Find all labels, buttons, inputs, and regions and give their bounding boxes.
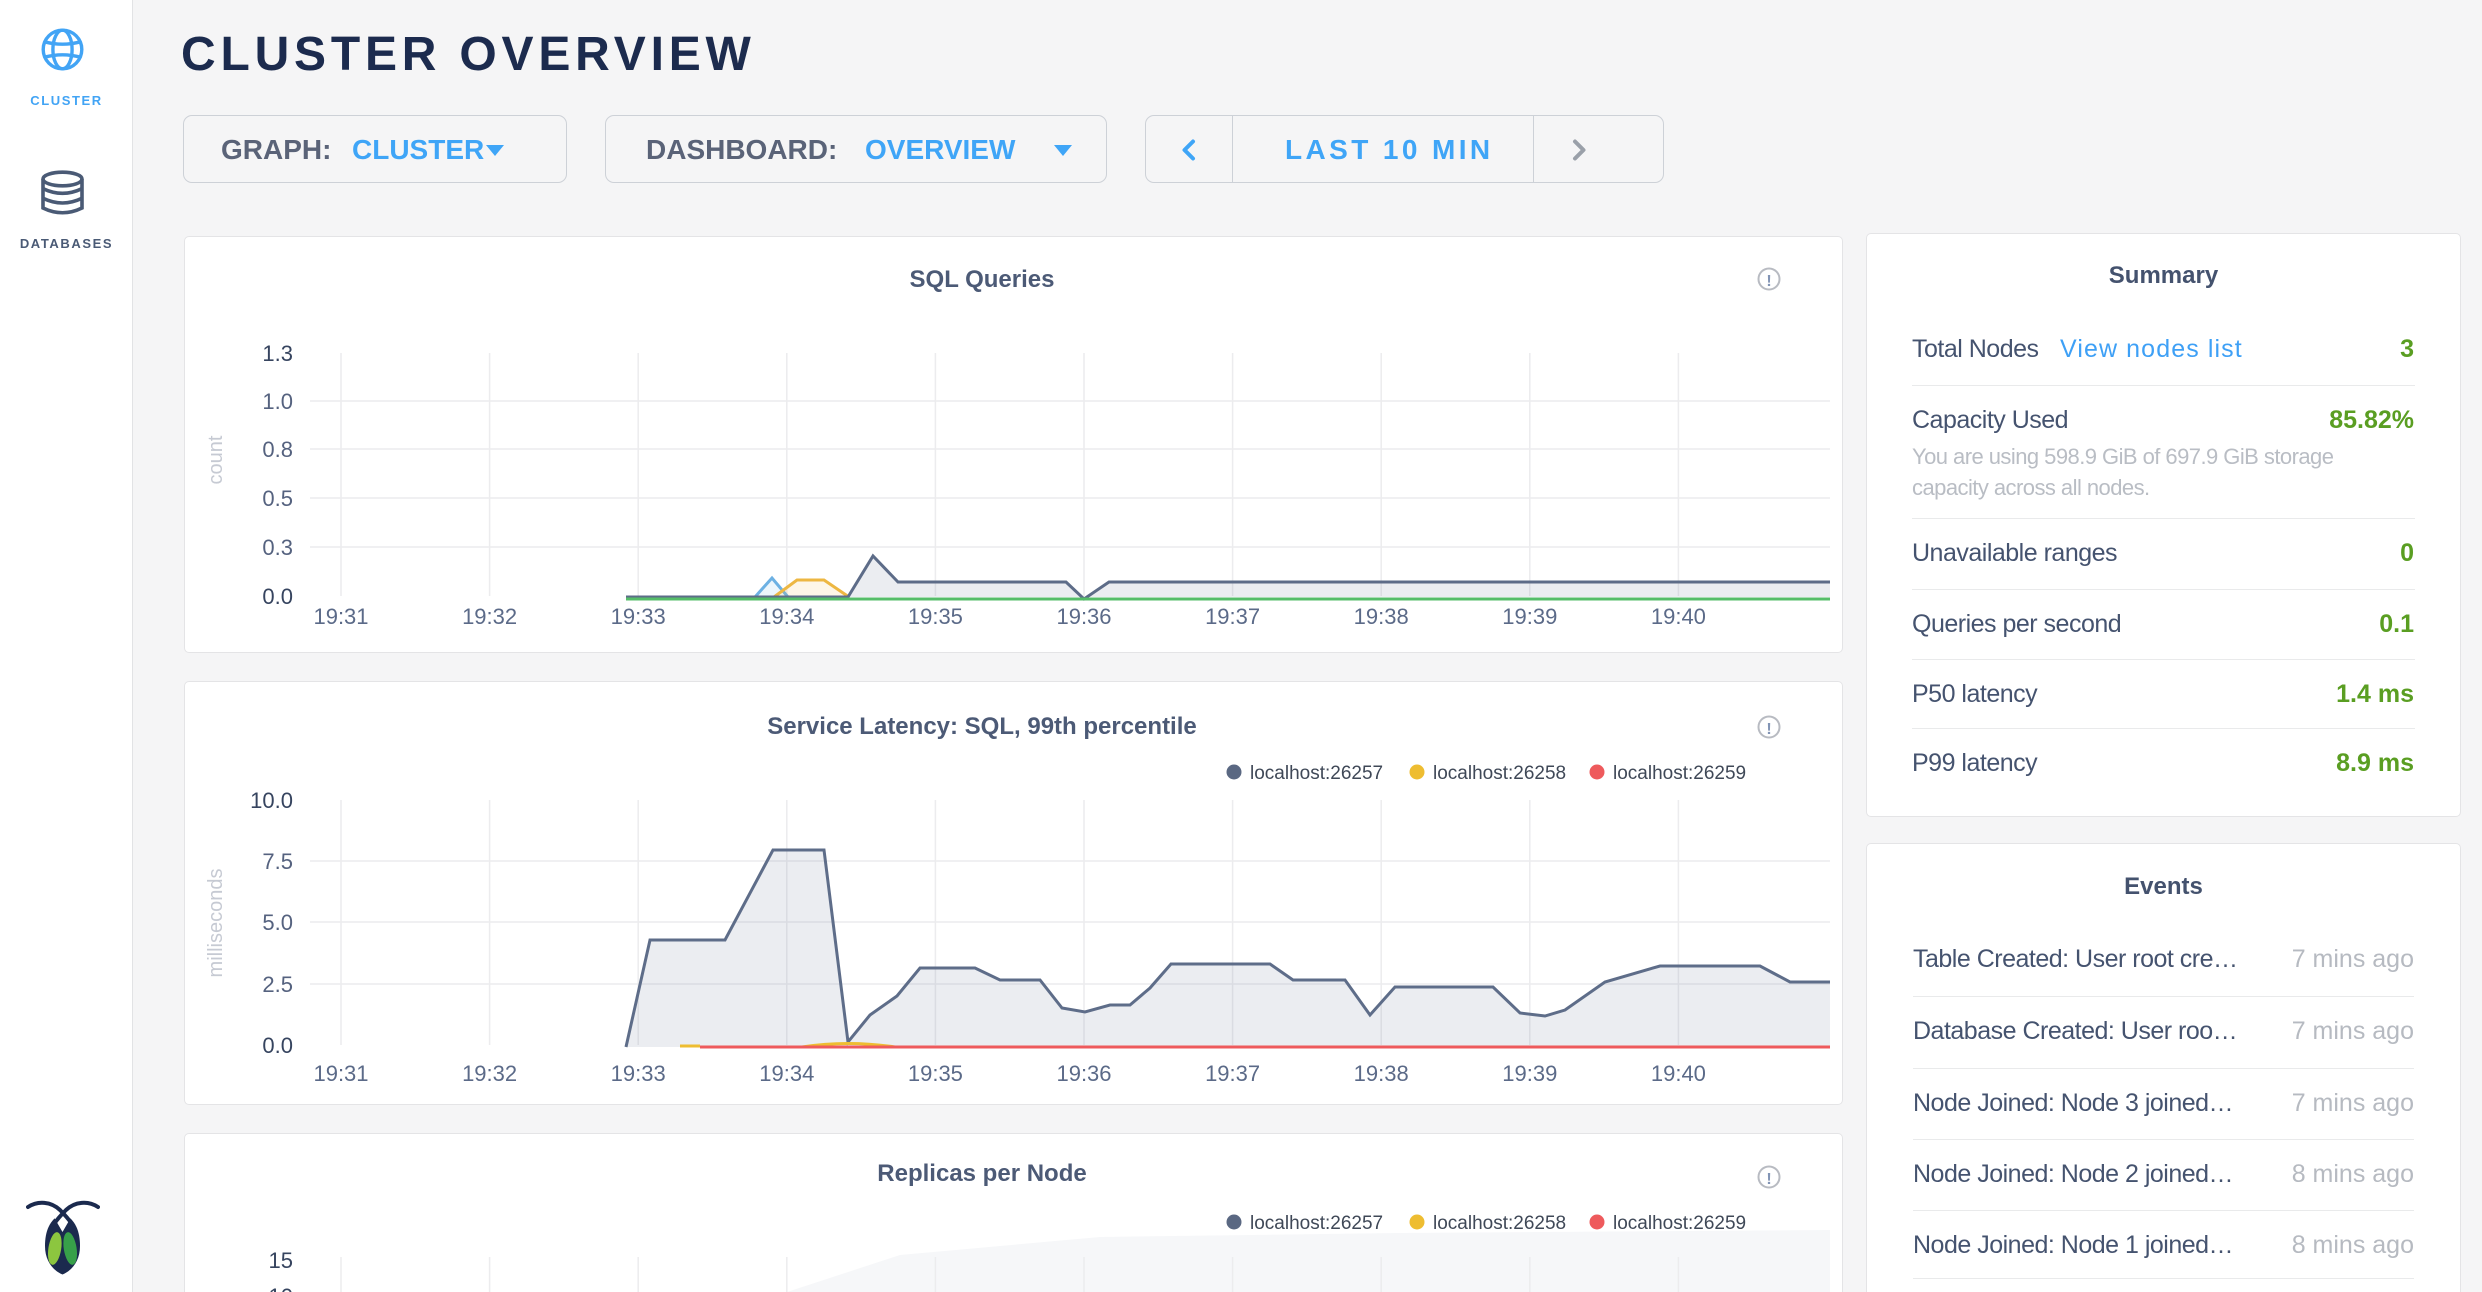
svg-text:!: ! bbox=[1766, 1171, 1771, 1188]
svg-text:!: ! bbox=[1766, 721, 1771, 738]
svg-text:1.0: 1.0 bbox=[262, 389, 293, 414]
svg-text:19:40: 19:40 bbox=[1651, 1061, 1706, 1086]
svg-text:19:39: 19:39 bbox=[1502, 1061, 1557, 1086]
svg-text:Replicas per Node: Replicas per Node bbox=[877, 1160, 1086, 1187]
svg-text:Service Latency: SQL, 99th per: Service Latency: SQL, 99th percentile bbox=[767, 713, 1197, 740]
svg-text:19:32: 19:32 bbox=[462, 604, 517, 629]
svg-text:count: count bbox=[205, 435, 227, 484]
svg-text:19:40: 19:40 bbox=[1651, 604, 1706, 629]
svg-text:localhost:26257: localhost:26257 bbox=[1250, 763, 1383, 784]
svg-text:19:32: 19:32 bbox=[462, 1061, 517, 1086]
svg-text:15: 15 bbox=[269, 1248, 293, 1273]
svg-text:2.5: 2.5 bbox=[262, 972, 293, 997]
svg-text:5.0: 5.0 bbox=[262, 910, 293, 935]
svg-text:19:37: 19:37 bbox=[1205, 604, 1260, 629]
svg-text:0.8: 0.8 bbox=[262, 437, 293, 462]
svg-text:10: 10 bbox=[269, 1284, 293, 1292]
svg-text:19:33: 19:33 bbox=[611, 1061, 666, 1086]
svg-text:0.0: 0.0 bbox=[262, 584, 293, 609]
svg-text:19:36: 19:36 bbox=[1056, 604, 1111, 629]
svg-text:10.0: 10.0 bbox=[250, 788, 293, 813]
svg-text:19:34: 19:34 bbox=[759, 1061, 814, 1086]
svg-text:localhost:26258: localhost:26258 bbox=[1433, 763, 1566, 784]
svg-text:19:36: 19:36 bbox=[1056, 1061, 1111, 1086]
svg-text:19:38: 19:38 bbox=[1354, 1061, 1409, 1086]
svg-text:19:31: 19:31 bbox=[313, 1061, 368, 1086]
svg-text:19:38: 19:38 bbox=[1354, 604, 1409, 629]
svg-text:milliseconds: milliseconds bbox=[205, 869, 227, 978]
svg-text:localhost:26259: localhost:26259 bbox=[1613, 763, 1746, 784]
svg-text:19:31: 19:31 bbox=[313, 604, 368, 629]
svg-text:!: ! bbox=[1766, 273, 1771, 290]
svg-text:1.3: 1.3 bbox=[262, 341, 293, 366]
svg-text:localhost:26259: localhost:26259 bbox=[1613, 1213, 1746, 1234]
svg-text:19:39: 19:39 bbox=[1502, 604, 1557, 629]
svg-text:19:33: 19:33 bbox=[611, 604, 666, 629]
svg-text:0.0: 0.0 bbox=[262, 1033, 293, 1058]
svg-text:localhost:26257: localhost:26257 bbox=[1250, 1213, 1383, 1234]
svg-text:7.5: 7.5 bbox=[262, 849, 293, 874]
svg-text:SQL Queries: SQL Queries bbox=[910, 266, 1055, 293]
svg-text:19:37: 19:37 bbox=[1205, 1061, 1260, 1086]
svg-text:19:34: 19:34 bbox=[759, 604, 814, 629]
svg-text:localhost:26258: localhost:26258 bbox=[1433, 1213, 1566, 1234]
svg-text:19:35: 19:35 bbox=[908, 604, 963, 629]
svg-text:0.3: 0.3 bbox=[262, 535, 293, 560]
svg-text:0.5: 0.5 bbox=[262, 486, 293, 511]
svg-text:19:35: 19:35 bbox=[908, 1061, 963, 1086]
